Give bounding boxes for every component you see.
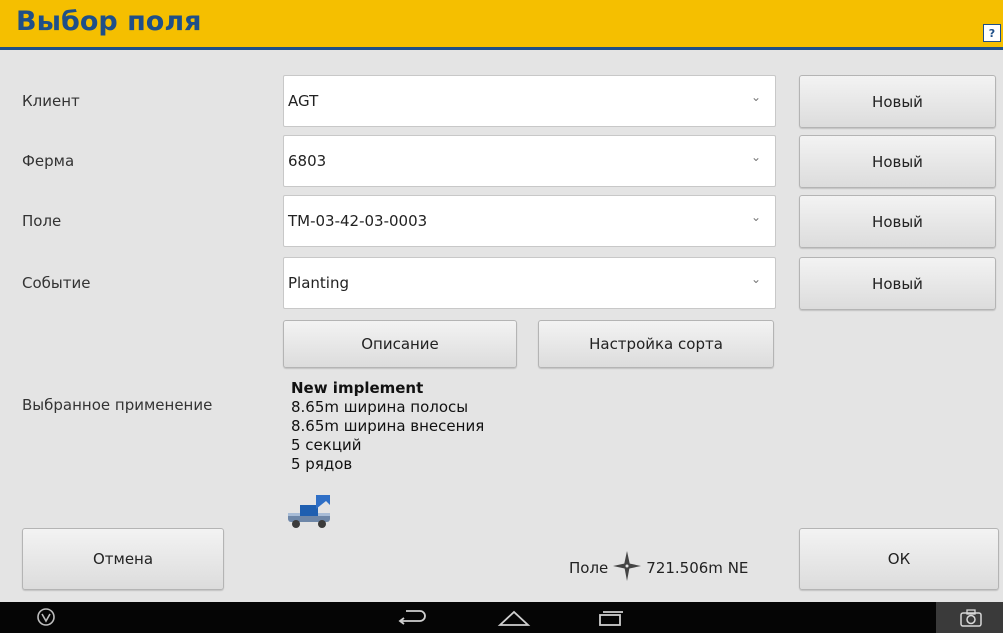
description-button[interactable]: Описание bbox=[283, 320, 517, 368]
chevron-down-icon: ⌄ bbox=[750, 210, 761, 224]
implement-icon bbox=[286, 491, 336, 535]
camera-icon bbox=[960, 609, 982, 631]
help-icon[interactable]: ? bbox=[983, 24, 1001, 42]
compass-icon bbox=[612, 549, 642, 587]
field-label: Поле bbox=[22, 212, 62, 230]
implement-rows: 5 рядов bbox=[291, 455, 353, 473]
ok-button[interactable]: ОК bbox=[799, 528, 999, 590]
system-navigation-bar bbox=[0, 602, 1003, 633]
implement-application-width: 8.65m ширина внесения bbox=[291, 417, 485, 435]
field-location-status: Поле 721.506m NE bbox=[569, 550, 748, 586]
event-label: Событие bbox=[22, 274, 91, 292]
new-client-button[interactable]: Новый bbox=[799, 75, 996, 128]
chevron-down-icon: ⌄ bbox=[750, 90, 761, 104]
field-distance: 721.506m NE bbox=[646, 559, 749, 577]
chevron-down-icon: ⌄ bbox=[750, 150, 761, 164]
field-dropdown[interactable]: TM-03-42-03-0003 ⌄ bbox=[283, 195, 776, 247]
farm-value: 6803 bbox=[288, 152, 327, 170]
variety-setup-button[interactable]: Настройка сорта bbox=[538, 320, 774, 368]
implement-details: New implement 8.65m ширина полосы 8.65m … bbox=[291, 379, 484, 474]
farm-label: Ферма bbox=[22, 152, 75, 170]
implement-sections: 5 секций bbox=[291, 436, 362, 454]
page-title: Выбор поля bbox=[16, 6, 202, 37]
farm-dropdown[interactable]: 6803 ⌄ bbox=[283, 135, 776, 187]
implement-name: New implement bbox=[291, 379, 424, 397]
client-label: Клиент bbox=[22, 92, 80, 110]
chevron-down-icon: ⌄ bbox=[750, 272, 761, 286]
field-value: TM-03-42-03-0003 bbox=[288, 212, 428, 230]
selected-implement-label: Выбранное применение bbox=[22, 396, 213, 414]
implement-strip-width: 8.65m ширина полосы bbox=[291, 398, 469, 416]
power-icon[interactable] bbox=[36, 607, 56, 631]
home-icon[interactable] bbox=[497, 608, 531, 632]
cancel-button[interactable]: Отмена bbox=[22, 528, 224, 590]
field-location-label: Поле bbox=[569, 559, 609, 577]
event-value: Planting bbox=[288, 274, 349, 292]
new-event-button[interactable]: Новый bbox=[799, 257, 996, 310]
client-dropdown[interactable]: AGT ⌄ bbox=[283, 75, 776, 127]
title-bar: Выбор поля ? bbox=[0, 0, 1003, 50]
event-dropdown[interactable]: Planting ⌄ bbox=[283, 257, 776, 309]
new-farm-button[interactable]: Новый bbox=[799, 135, 996, 188]
new-field-button[interactable]: Новый bbox=[799, 195, 996, 248]
back-icon[interactable] bbox=[396, 609, 428, 631]
screenshot-button[interactable] bbox=[936, 602, 1003, 633]
client-value: AGT bbox=[288, 92, 319, 110]
recents-icon[interactable] bbox=[597, 609, 625, 631]
